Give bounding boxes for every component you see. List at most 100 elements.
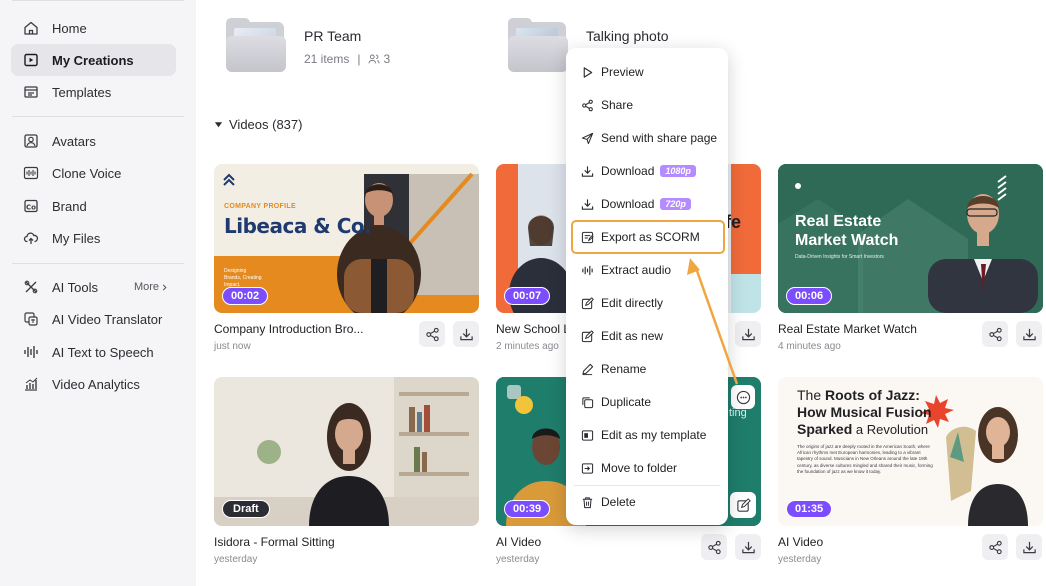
menu-item-edit-directly[interactable]: Edit directly — [574, 289, 720, 317]
menu-item-label: Download — [601, 164, 655, 178]
more-link[interactable]: More — [134, 281, 168, 293]
menu-item-edit-as-my-template[interactable]: Edit as my template — [574, 421, 720, 449]
more-options-button[interactable] — [731, 385, 755, 409]
quality-badge: 720p — [660, 198, 691, 210]
video-title[interactable]: Real Estate Market Watch — [778, 322, 917, 336]
share-button[interactable] — [982, 534, 1008, 560]
video-title[interactable]: Company Introduction Bro... — [214, 322, 363, 336]
chevron-right-icon — [162, 284, 167, 290]
download-button[interactable] — [1016, 321, 1042, 347]
play-icon — [580, 65, 594, 79]
video-title[interactable]: Isidora - Formal Sitting — [214, 535, 335, 549]
sidebar-item-my-files[interactable]: My Files — [11, 222, 176, 254]
share-button[interactable] — [982, 321, 1008, 347]
menu-item-delete[interactable]: Delete — [574, 488, 720, 516]
menu-item-share[interactable]: Share — [574, 91, 720, 119]
menu-item-move-to-folder[interactable]: Move to folder — [574, 454, 720, 482]
folder-title: PR Team — [304, 28, 362, 44]
video-timestamp: yesterday — [214, 554, 258, 565]
cloud-upload-icon — [22, 229, 40, 247]
download-button[interactable] — [735, 321, 761, 347]
share-button[interactable] — [701, 534, 727, 560]
quality-badge: 1080p — [660, 165, 696, 177]
download-button[interactable] — [1016, 534, 1042, 560]
download-icon — [459, 328, 473, 340]
thumb-subtitle: Data-Driven Insights for Smart Investors — [795, 254, 884, 260]
video-thumbnail[interactable]: Real Estate Market Watch Data-Driven Ins… — [778, 164, 1043, 313]
videos-section-toggle[interactable]: Videos (837) — [214, 117, 302, 132]
menu-item-send-with-share-page[interactable]: Send with share page — [574, 124, 720, 152]
download-button[interactable] — [735, 534, 761, 560]
duration-badge: 01:35 — [786, 500, 833, 518]
menu-item-download-720p[interactable]: Download 720p — [574, 190, 720, 218]
thumb-heading-line: How Musical Fusion — [797, 404, 932, 420]
caret-down-icon — [214, 122, 223, 128]
folder-pr-team[interactable]: PR Team 21 items | 3 — [226, 18, 390, 74]
video-title[interactable]: New School L — [496, 322, 570, 336]
share-icon — [988, 540, 1002, 554]
menu-item-edit-as-new[interactable]: Edit as new — [574, 322, 720, 350]
sidebar-item-templates[interactable]: Templates — [11, 76, 176, 108]
templates-icon — [22, 83, 40, 101]
creations-icon — [22, 51, 40, 69]
edit-icon — [736, 497, 751, 512]
folder-icon — [508, 18, 568, 74]
video-timestamp: just now — [214, 341, 251, 352]
sidebar-item-my-creations[interactable]: My Creations — [11, 44, 176, 76]
avatar-icon — [22, 132, 40, 150]
menu-item-label: Download — [601, 197, 655, 211]
menu-item-download-1080p[interactable]: Download 1080p — [574, 157, 720, 185]
menu-item-extract-audio[interactable]: Extract audio — [574, 256, 720, 284]
edit-video-button[interactable] — [730, 492, 756, 518]
menu-item-duplicate[interactable]: Duplicate — [574, 388, 720, 416]
share-icon — [707, 540, 721, 554]
sidebar-item-home[interactable]: Home — [11, 12, 176, 44]
download-icon — [1022, 541, 1036, 553]
waveform-icon — [22, 343, 40, 361]
move-folder-icon — [580, 461, 594, 475]
menu-item-rename[interactable]: Rename — [574, 355, 720, 383]
sidebar-item-label: Home — [52, 20, 87, 36]
more-dots-icon — [736, 390, 750, 404]
folder-icon — [226, 18, 286, 74]
sidebar-item-label: Brand — [52, 198, 87, 214]
sidebar-item-label: Video Analytics — [52, 376, 140, 392]
duration-badge: 00:02 — [222, 287, 269, 305]
menu-item-export-as-scorm[interactable]: Export as SCORM — [571, 220, 725, 254]
voice-icon — [22, 164, 40, 182]
sidebar-item-ai-video-translator[interactable]: AI Video Translator — [11, 303, 176, 335]
thumb-heading-small: COMPANY PROFILE — [224, 203, 296, 210]
download-button[interactable] — [453, 321, 479, 347]
folder-meta: 21 items | 3 — [304, 52, 390, 66]
sidebar-item-label: Clone Voice — [52, 165, 122, 181]
members-icon — [368, 54, 381, 64]
sidebar-item-brand[interactable]: Co Brand — [11, 190, 176, 222]
sidebar-item-label: My Files — [52, 230, 101, 246]
thumb-body-text: The origins of jazz are deeply rooted in… — [797, 444, 933, 474]
folder-talking-photo[interactable]: Talking photo — [508, 18, 669, 74]
sidebar-item-ai-text-to-speech[interactable]: AI Text to Speech — [11, 336, 176, 368]
share-button[interactable] — [419, 321, 445, 347]
menu-item-preview[interactable]: Preview — [574, 58, 720, 86]
thumb-heading: The Roots of Jazz: How Musical Fusion Sp… — [797, 387, 957, 438]
video-thumbnail[interactable]: The Roots of Jazz: How Musical Fusion Sp… — [778, 377, 1043, 526]
sidebar: Home My Creations Templates Avatars Clon… — [0, 0, 196, 586]
sidebar-item-label: Templates — [52, 84, 112, 100]
download-icon — [580, 164, 594, 178]
home-icon — [22, 19, 40, 37]
template-edit-icon — [580, 428, 594, 442]
sidebar-item-clone-voice[interactable]: Clone Voice — [11, 157, 176, 189]
video-title[interactable]: AI Video — [778, 535, 823, 549]
sidebar-item-avatars[interactable]: Avatars — [11, 125, 176, 157]
video-thumbnail[interactable]: COMPANY PROFILE Libeaca & Co. Designing … — [214, 164, 479, 313]
section-label: Videos (837) — [229, 117, 303, 132]
sidebar-item-label: Avatars — [52, 133, 96, 149]
thumb-subtitle: Designing Brands, Creating Impact. — [224, 268, 262, 288]
sidebar-item-video-analytics[interactable]: Video Analytics — [11, 368, 176, 400]
video-title[interactable]: AI Video — [496, 535, 541, 549]
sidebar-item-ai-tools[interactable]: AI Tools More — [11, 271, 176, 303]
video-thumbnail[interactable]: Draft — [214, 377, 479, 526]
context-menu: Preview Share Send with share page Downl… — [566, 48, 728, 525]
trash-icon — [580, 495, 594, 509]
translate-icon — [22, 310, 40, 328]
